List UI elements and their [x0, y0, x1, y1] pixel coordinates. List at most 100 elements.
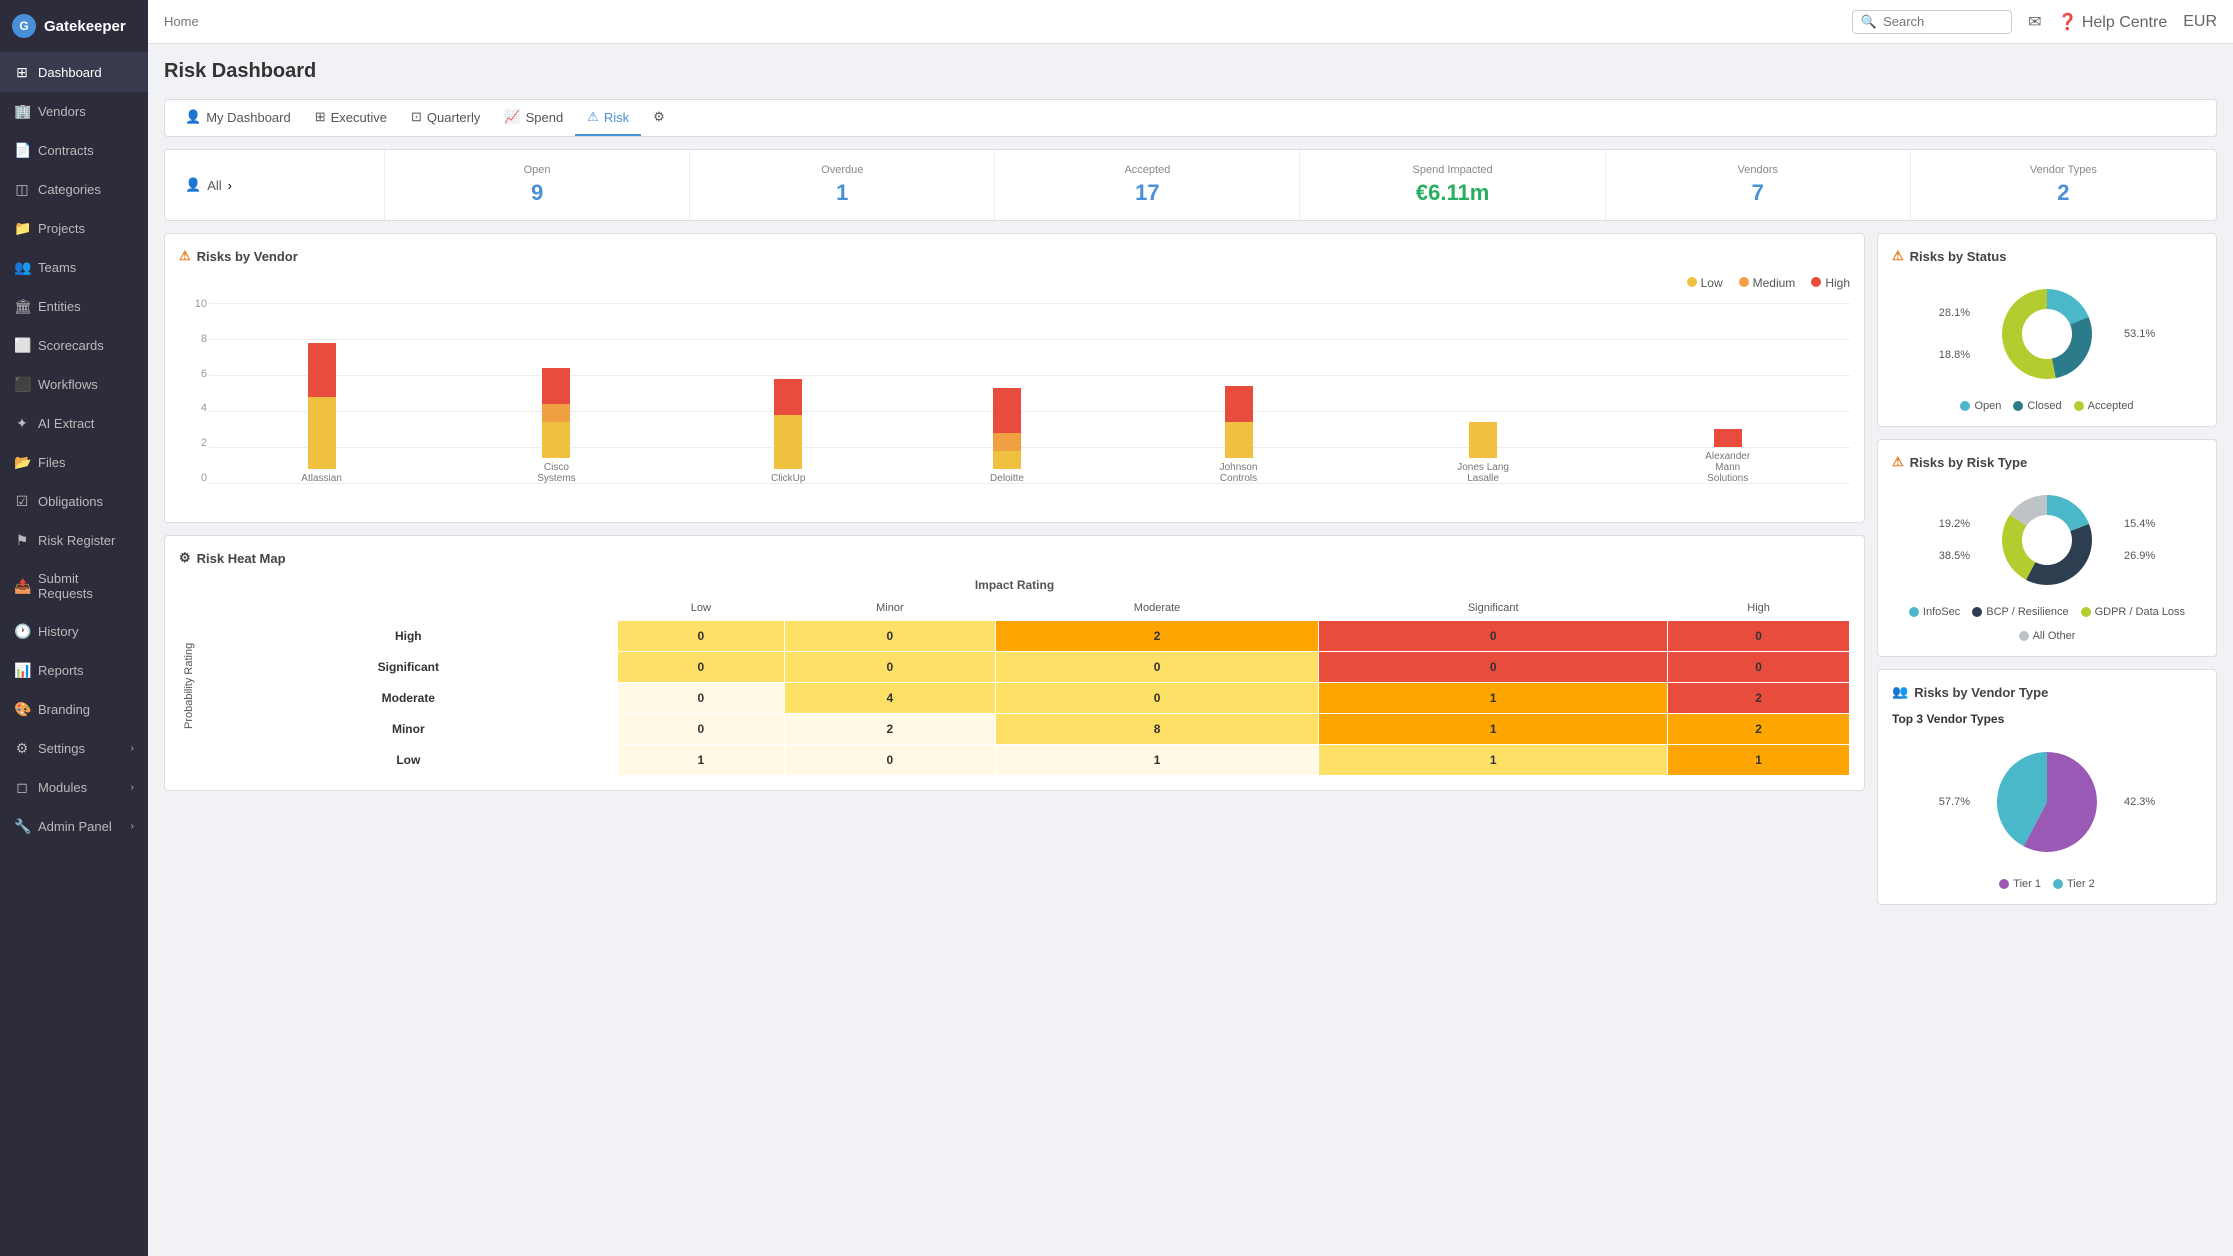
sidebar-item-reports[interactable]: 📊Reports	[0, 651, 148, 690]
legend-text: Tier 2	[2067, 878, 2095, 890]
tab-quarterly[interactable]: ⊡Quarterly	[399, 100, 492, 136]
help-icon[interactable]: ❓ Help Centre	[2057, 12, 2167, 32]
legend-item: Tier 1	[1999, 878, 2041, 890]
bar-segment	[1225, 422, 1253, 458]
hm-cell: 1	[1319, 683, 1668, 714]
main-grid: ⚠ Risks by Vendor Low Medium High 024681…	[164, 233, 2217, 905]
sidebar-item-modules[interactable]: ◻Modules›	[0, 768, 148, 807]
dashboard-tabs: 👤 My Dashboard ⊞Executive⊡Quarterly📈Spend⚠…	[164, 99, 2217, 137]
sidebar-item-files[interactable]: 📂Files	[0, 443, 148, 482]
sidebar-item-entities[interactable]: 🏛Entities	[0, 287, 148, 326]
search-box[interactable]: 🔍	[1852, 10, 2012, 34]
sidebar-item-categories[interactable]: ◫Categories	[0, 170, 148, 209]
legend-medium: Medium	[1739, 276, 1796, 290]
sidebar-item-projects[interactable]: 📁Projects	[0, 209, 148, 248]
vendor-type-pct-left: 57.7%	[1939, 796, 1970, 808]
sidebar-item-admin-panel[interactable]: 🔧Admin Panel›	[0, 807, 148, 846]
hm-col-header: Moderate	[995, 596, 1318, 621]
heat-map-card: ⚙ Risk Heat Map Impact Rating Probabilit…	[164, 535, 1865, 791]
bar-segment	[993, 451, 1021, 469]
stat-accepted-label: Accepted	[1015, 164, 1279, 176]
bar-segment	[774, 415, 802, 469]
bar-label: ClickUp	[771, 473, 805, 484]
sidebar-item-vendors[interactable]: 🏢Vendors	[0, 92, 148, 131]
sidebar-label-dashboard: Dashboard	[38, 65, 102, 80]
legend-text: Closed	[2027, 400, 2061, 412]
hm-cell: 2	[1668, 714, 1850, 745]
bar-stack	[1714, 429, 1742, 447]
sidebar-item-settings[interactable]: ⚙Settings›	[0, 729, 148, 768]
sidebar-item-submit-requests[interactable]: 📤Submit Requests	[0, 560, 148, 612]
page-content: Risk Dashboard 👤My Dashboard⊞Executive⊡Q…	[148, 44, 2233, 1256]
sidebar-label-scorecards: Scorecards	[38, 338, 104, 353]
sidebar-nav: ⊞Dashboard🏢Vendors📄Contracts◫Categories📁…	[0, 53, 148, 846]
hm-cell: 1	[995, 745, 1318, 776]
sidebar-item-contracts[interactable]: 📄Contracts	[0, 131, 148, 170]
settings-arrow: ›	[131, 743, 134, 754]
vendor-type-pct-57: 57.7%	[1939, 796, 1970, 808]
stat-open-label: Open	[405, 164, 669, 176]
heat-map-title: ⚙ Risk Heat Map	[179, 550, 1850, 566]
bar-group: Johnson Controls	[1209, 386, 1269, 484]
hm-col-header: Significant	[1319, 596, 1668, 621]
stat-vendor-types-value: 2	[1931, 180, 2196, 206]
filter-cell[interactable]: 👤 All ›	[165, 150, 385, 220]
ai-extract-icon: ✦	[14, 415, 30, 432]
sidebar-item-obligations[interactable]: ☑Obligations	[0, 482, 148, 521]
type-pct-infosec: 19.2%	[1939, 518, 1970, 530]
sidebar-label-files: Files	[38, 455, 65, 470]
sidebar-item-ai-extract[interactable]: ✦AI Extract	[0, 404, 148, 443]
risks-by-type-title: ⚠ Risks by Risk Type	[1892, 454, 2202, 470]
tab-executive[interactable]: ⊞Executive	[303, 100, 399, 136]
hm-cell: 0	[1319, 621, 1668, 652]
my-dashboard-tab-label: My Dashboard	[206, 110, 291, 125]
currency-selector[interactable]: EUR	[2183, 13, 2217, 31]
hm-row-label: Low	[200, 745, 618, 776]
contracts-icon: 📄	[14, 142, 30, 159]
bar-segment	[1225, 386, 1253, 422]
sidebar-item-history[interactable]: 🕐History	[0, 612, 148, 651]
heatmap-outer: Probability Rating LowMinorModerateSigni…	[179, 596, 1850, 776]
sidebar-item-dashboard[interactable]: ⊞Dashboard	[0, 53, 148, 92]
legend-item: Tier 2	[2053, 878, 2095, 890]
quarterly-tab-icon: ⊡	[411, 109, 422, 125]
hm-cell: 0	[617, 683, 784, 714]
legend-item: GDPR / Data Loss	[2081, 606, 2185, 618]
status-pct-open: 18.8%	[1939, 349, 1970, 361]
type-pct-gdpr: 15.4%	[2124, 518, 2155, 530]
submit-requests-icon: 📤	[14, 578, 30, 595]
sidebar-label-modules: Modules	[38, 780, 87, 795]
tab-my-dashboard[interactable]: 👤 My Dashboard	[173, 100, 303, 136]
legend-color	[2053, 879, 2063, 889]
type-pct-left: 19.2% 38.5%	[1939, 518, 1970, 562]
workflows-icon: ⬛	[14, 376, 30, 393]
stat-accepted-value: 17	[1015, 180, 1279, 206]
search-input[interactable]	[1883, 14, 2003, 29]
bar-group: Atlassian	[301, 343, 342, 484]
hm-cell: 2	[784, 714, 995, 745]
hm-cell: 0	[1668, 621, 1850, 652]
legend-item: BCP / Resilience	[1972, 606, 2068, 618]
tab-settings[interactable]: ⚙	[641, 100, 682, 136]
scorecards-icon: ⬜	[14, 337, 30, 354]
stat-overdue-value: 1	[710, 180, 974, 206]
sidebar-item-branding[interactable]: 🎨Branding	[0, 690, 148, 729]
sidebar-item-teams[interactable]: 👥Teams	[0, 248, 148, 287]
type-warn-icon: ⚠	[1892, 454, 1904, 470]
bars-wrapper: AtlassianCisco SystemsClickUpDeloitteJoh…	[209, 298, 1850, 484]
stat-vendors-value: 7	[1626, 180, 1890, 206]
mail-icon[interactable]: ✉	[2028, 12, 2041, 32]
sidebar-label-categories: Categories	[38, 182, 101, 197]
status-pct-closed: 28.1%	[1939, 307, 1970, 319]
sidebar-item-scorecards[interactable]: ⬜ Scorecards	[0, 326, 148, 365]
tab-risk[interactable]: ⚠Risk	[575, 100, 641, 136]
tab-spend[interactable]: 📈Spend	[492, 100, 575, 136]
sidebar-item-workflows[interactable]: ⬛Workflows	[0, 365, 148, 404]
vendor-type-title: 👥 Risks by Vendor Type	[1892, 684, 2202, 700]
heatmap-inner: LowMinorModerateSignificantHighHigh00200…	[199, 596, 1850, 776]
bar-label: Jones Lang Lasalle	[1453, 462, 1513, 484]
my-dashboard-tab-icon: 👤	[185, 109, 201, 125]
sidebar-item-risk-register[interactable]: ⚑Risk Register	[0, 521, 148, 560]
vendor-type-icon: 👥	[1892, 684, 1908, 700]
status-pct-labels-left: 28.1% 18.8%	[1939, 307, 1970, 361]
